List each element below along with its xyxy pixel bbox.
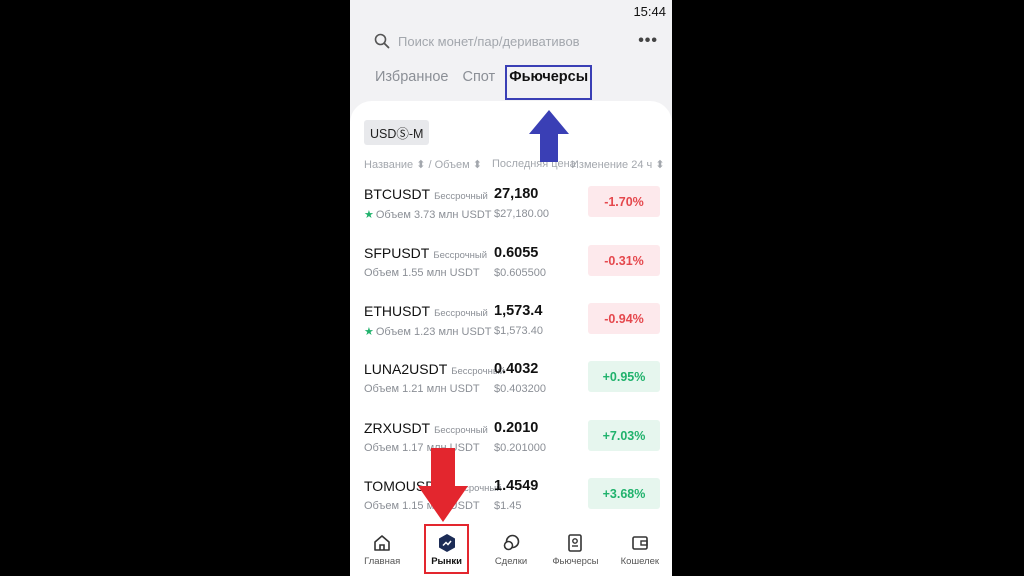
contract-type: Бессрочный [433, 250, 488, 261]
sort-icon: ⬍ [416, 159, 426, 171]
pair-name: SFPUSDT Бессрочный [364, 245, 487, 261]
search-bar[interactable]: Поиск монет/пар/деривативов [374, 33, 580, 49]
change-badge: -0.31% [588, 245, 660, 276]
change-badge: +0.95% [588, 361, 660, 392]
pair-name: LUNA2USDT Бессрочный [364, 361, 505, 377]
status-time: 15:44 [633, 4, 666, 19]
home-icon [374, 535, 391, 551]
market-row-btcusdt[interactable]: BTCUSDT Бессрочный ★ Объем 3.73 млн USDT 2… [350, 186, 672, 244]
volume-value: Объем 1.23 млн USDT [375, 326, 492, 338]
star-icon[interactable]: ★ [364, 326, 374, 338]
wallet-icon [632, 536, 648, 550]
last-price: 1,573.4 [494, 303, 543, 319]
volume-value: Объем 1.55 млн USDT [364, 267, 480, 279]
pair-symbol: BTCUSDT [364, 186, 431, 202]
change-badge: -1.70% [588, 186, 660, 217]
more-icon[interactable]: ••• [638, 32, 658, 50]
markets-nav-highlight [424, 524, 469, 574]
column-volume-label: / Объем [428, 159, 470, 171]
pair-symbol: SFPUSDT [364, 245, 430, 261]
usd-price: $1,573.40 [494, 325, 543, 337]
change-badge: +3.68% [588, 478, 660, 509]
search-icon [374, 33, 390, 49]
change-badge: +7.03% [588, 420, 660, 451]
column-change-label: Изменение 24 ч [571, 159, 653, 171]
volume-text: ★ Объем 1.23 млн USDT [364, 325, 492, 338]
usdm-filter-chip[interactable]: USDⓈ-M [364, 120, 430, 145]
market-row-sfpusdt[interactable]: SFPUSDT Бессрочный Объем 1.55 млн USDT 0.… [350, 245, 672, 303]
futures-tab-highlight [505, 65, 592, 100]
sort-icon: ⬍ [655, 159, 665, 171]
contract-type: Бессрочный [434, 191, 488, 202]
market-row-zrxusdt[interactable]: ZRXUSDT Бессрочный Объем 1.17 млн USDT 0.… [350, 420, 672, 478]
last-price: 0.6055 [494, 245, 539, 261]
column-name-label: Название [364, 159, 414, 171]
volume-value: Объем 3.73 млн USDT [375, 209, 492, 221]
nav-trades-label: Сделки [494, 556, 528, 567]
nav-wallet[interactable]: Кошелек [608, 527, 672, 576]
nav-home[interactable]: Главная [350, 527, 414, 576]
nav-home-label: Главная [364, 556, 401, 567]
app-screen: 15:44 Поиск монет/пар/деривативов ••• Из… [350, 0, 672, 576]
last-price: 1.4549 [494, 478, 539, 494]
pair-name: ETHUSDT Бессрочный [364, 303, 488, 319]
usd-price: $0.403200 [494, 383, 546, 395]
pair-name: BTCUSDT Бессрочный [364, 186, 488, 202]
change-badge: -0.94% [588, 303, 660, 334]
sort-icon: ⬍ [472, 159, 482, 171]
usd-price: $1.45 [494, 500, 522, 512]
pair-symbol: ETHUSDT [364, 303, 431, 319]
contract-type: Бессрочный [434, 308, 488, 319]
pair-symbol: ZRXUSDT [364, 420, 431, 436]
volume-text: ★ Объем 3.73 млн USDT [364, 208, 492, 221]
futures-icon [568, 534, 583, 552]
column-change-header[interactable]: Изменение 24 ч ⬍ [571, 158, 665, 171]
last-price: 0.2010 [494, 420, 539, 436]
market-row-luna2usdt[interactable]: LUNA2USDT Бессрочный Объем 1.21 млн USDT … [350, 361, 672, 419]
tab-favorites[interactable]: Избранное [375, 69, 448, 85]
nav-futures[interactable]: Фьючерсы [543, 527, 607, 576]
contract-type: Бессрочный [434, 425, 488, 436]
nav-futures-label: Фьючерсы [552, 556, 599, 567]
volume-value: Объем 1.21 млн USDT [364, 383, 480, 395]
star-icon[interactable]: ★ [364, 209, 374, 221]
nav-wallet-label: Кошелек [620, 556, 660, 567]
trades-icon [503, 534, 520, 551]
pair-symbol: LUNA2USDT [364, 361, 448, 377]
pair-name: ZRXUSDT Бессрочный [364, 420, 488, 436]
last-price: 27,180 [494, 186, 539, 202]
usd-price: $0.201000 [494, 442, 546, 454]
nav-trades[interactable]: Сделки [479, 527, 543, 576]
market-list-card: USDⓈ-M Название ⬍ / Объем ⬍ Последняя це… [350, 101, 672, 531]
arrow-up-icon [529, 110, 569, 162]
search-input[interactable]: Поиск монет/пар/деривативов [398, 34, 580, 49]
arrow-down-icon [418, 448, 468, 522]
bottom-navigation: Главная Рынки Сделки Фьючерсы Кошелек [350, 527, 672, 576]
usd-price: $27,180.00 [494, 208, 550, 220]
usd-price: $0.605500 [494, 267, 546, 279]
last-price: 0.4032 [494, 361, 539, 377]
column-name-header[interactable]: Название ⬍ / Объем ⬍ [364, 158, 482, 171]
tab-spot[interactable]: Спот [462, 69, 495, 85]
market-row-ethusdt[interactable]: ETHUSDT Бессрочный ★ Объем 1.23 млн USDT 1… [350, 303, 672, 361]
